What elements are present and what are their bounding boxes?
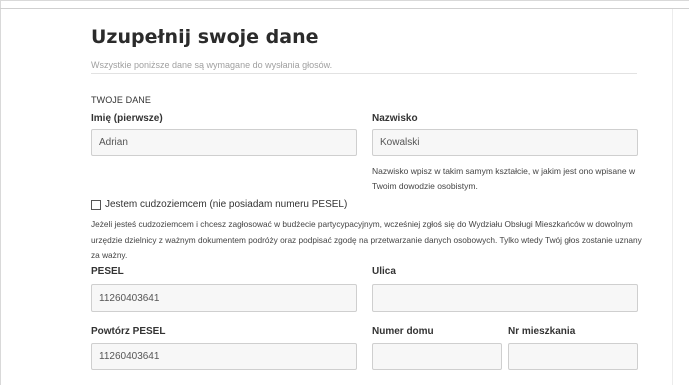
subtitle-divider [91, 73, 637, 74]
first-name-label: Imię (pierwsze) [91, 113, 163, 124]
foreigner-notice: Jeżeli jesteś cudzoziemcem i chcesz zagł… [91, 219, 642, 260]
first-name-input[interactable]: Adrian [91, 129, 357, 156]
last-name-value: Kowalski [380, 137, 420, 148]
last-name-hint: Nazwisko wpisz w takim samym kształcie, … [372, 166, 636, 191]
scrollbar-edge [672, 9, 673, 385]
pesel-repeat-label: Powtórz PESEL [91, 326, 166, 337]
section-title: TWOJE DANE [91, 95, 152, 105]
street-input[interactable] [372, 284, 638, 312]
pesel-repeat-value: 11260403641 [99, 351, 160, 362]
house-number-input[interactable] [372, 343, 502, 370]
top-bar-divider [0, 0, 689, 9]
apartment-number-input[interactable] [508, 343, 638, 370]
pesel-value: 11260403641 [99, 292, 160, 304]
house-number-label: Numer domu [372, 326, 434, 337]
page-title: Uzupełnij swoje dane [91, 26, 319, 48]
apartment-number-label: Nr mieszkania [508, 326, 576, 337]
first-name-value: Adrian [99, 137, 128, 148]
last-name-input[interactable]: Kowalski [372, 129, 638, 156]
pesel-repeat-input[interactable]: 11260403641 [91, 343, 357, 370]
foreigner-checkbox[interactable] [91, 199, 101, 210]
street-label: Ulica [372, 266, 396, 277]
last-name-label: Nazwisko [372, 113, 418, 124]
foreigner-checkbox-row[interactable]: Jestem cudzoziemcem (nie posiadam numeru… [91, 199, 347, 210]
pesel-input[interactable]: 11260403641 [91, 284, 357, 312]
pesel-label: PESEL [91, 266, 124, 277]
foreigner-checkbox-label[interactable]: Jestem cudzoziemcem (nie posiadam numeru… [105, 199, 347, 210]
page-subtitle: Wszystkie poniższe dane są wymagane do w… [91, 60, 333, 70]
